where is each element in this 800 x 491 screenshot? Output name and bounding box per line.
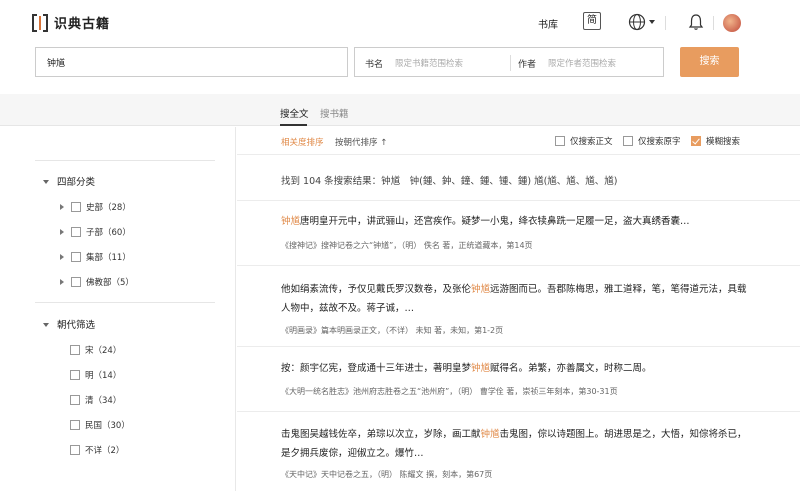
tab-bar: 搜全文 搜书籍 — [0, 94, 800, 126]
group-title-category[interactable]: 四部分类 — [43, 174, 95, 188]
active-tab-indicator — [280, 124, 307, 126]
checkbox[interactable] — [70, 445, 80, 455]
option-fuzzy[interactable]: 模糊搜索 — [691, 135, 740, 147]
divider — [35, 160, 215, 161]
group-title-dynasty[interactable]: 朝代筛选 — [43, 317, 95, 331]
result-source[interactable]: 《天中记》天中记卷之五，（明） 陈耀文 撰，刻本，第67页 — [281, 469, 492, 480]
chevron-down-icon[interactable] — [649, 20, 655, 24]
result-source[interactable]: 《搜神记》搜神记卷之六“钟馗”，（明） 佚名 著，正统道藏本，第14页 — [281, 240, 533, 251]
chevron-right-icon[interactable] — [60, 204, 64, 210]
logo-text: 识典古籍 — [54, 17, 111, 32]
filter-item[interactable]: 清（34） — [70, 394, 121, 406]
sort-relevance[interactable]: 相关度排序 — [281, 136, 324, 148]
search-button[interactable]: 搜索 — [680, 47, 739, 77]
divider — [713, 16, 714, 30]
globe-icon[interactable] — [628, 13, 646, 31]
divider — [510, 55, 511, 71]
result-snippet[interactable]: 按：颜宇亿宪，登成通十三年进士，著明皇梦钟馗赋得名。弟繁，亦善属文，时称二周。 — [281, 359, 751, 378]
author-filter-input[interactable]: 限定作者范围检索 — [548, 57, 616, 69]
logo[interactable]: 识典古籍 — [32, 13, 110, 32]
filter-item[interactable]: 集部（11） — [60, 251, 131, 263]
result-snippet[interactable]: 他如绢素流传，予仅见戴氏罗汉数卷，及张伦钟馗远游图而已。吾郡陈梅思，雅工道释，笔… — [281, 280, 751, 318]
filter-sidebar: 四部分类 史部（28） 子部（60） 集部（11） 佛教部（5） 朝代筛选 宋（… — [0, 127, 236, 491]
search-input[interactable]: 钟馗 — [35, 47, 348, 77]
result-snippet[interactable]: 击鬼图吴越钱佐卒，弟琮以次立，岁除，画工献钟馗击鬼图，倧以诗题图上。胡进思是之，… — [281, 425, 751, 463]
filter-fields: 书名 限定书籍范围检索 作者 限定作者范围检索 — [354, 47, 664, 77]
checkbox[interactable] — [71, 252, 81, 262]
nav-library-link[interactable]: 书库 — [538, 16, 558, 31]
checkbox[interactable] — [70, 420, 80, 430]
search-bar: 钟馗 书名 限定书籍范围检索 作者 限定作者范围检索 搜索 — [0, 46, 800, 94]
chevron-right-icon[interactable] — [60, 254, 64, 260]
filter-item[interactable]: 明（14） — [70, 369, 121, 381]
checkbox[interactable] — [623, 136, 633, 146]
sort-toolbar: 相关度排序 按朝代排序 ↑ 仅搜索正文 仅搜索原字 模糊搜索 — [237, 127, 800, 155]
filter-item[interactable]: 民国（30） — [70, 419, 130, 431]
filter-item[interactable]: 佛教部（5） — [60, 276, 134, 288]
result-count-text: 找到 104 条搜索结果：钟馗 钟(鍾、鈡、鐘、鍾、锺、鍾) 馗(馗、馗、馗、馗… — [281, 176, 618, 187]
book-filter-input[interactable]: 限定书籍范围检索 — [395, 57, 463, 69]
checkbox[interactable] — [71, 227, 81, 237]
checkbox[interactable] — [71, 277, 81, 287]
chevron-right-icon[interactable] — [60, 279, 64, 285]
divider — [35, 302, 215, 303]
avatar[interactable] — [723, 14, 741, 32]
chevron-right-icon[interactable] — [60, 229, 64, 235]
top-bar: 识典古籍 书库 简 — [0, 0, 800, 46]
checkbox[interactable] — [70, 370, 80, 380]
book-filter-label: 书名 — [365, 60, 384, 70]
filter-item[interactable]: 宋（24） — [70, 344, 121, 356]
checkbox[interactable] — [71, 202, 81, 212]
checkbox-checked[interactable] — [691, 136, 701, 146]
tab-fulltext[interactable]: 搜全文 — [280, 106, 309, 120]
chevron-down-icon — [43, 322, 49, 327]
tab-books[interactable]: 搜书籍 — [320, 106, 349, 120]
filter-item[interactable]: 不详（2） — [70, 444, 124, 456]
checkbox[interactable] — [70, 395, 80, 405]
filter-item[interactable]: 子部（60） — [60, 226, 131, 238]
filter-item[interactable]: 史部（28） — [60, 201, 131, 213]
bell-icon[interactable] — [688, 13, 704, 31]
result-summary: 找到 104 条搜索结果：钟馗 钟(鍾、鈡、鐘、鍾、锺、鍾) 馗(馗、馗、馗、馗… — [237, 155, 800, 201]
simplified-toggle-button[interactable]: 简 — [583, 12, 601, 30]
logo-icon — [32, 13, 48, 32]
sort-dynasty[interactable]: 按朝代排序 ↑ — [335, 136, 387, 148]
checkbox[interactable] — [70, 345, 80, 355]
result-item[interactable]: 他如绢素流传，予仅见戴氏罗汉数卷，及张伦钟馗远游图而已。吾郡陈梅思，雅工道释，笔… — [237, 267, 800, 347]
chevron-down-icon — [43, 179, 49, 184]
result-item[interactable]: 按：颜宇亿宪，登成通十三年进士，著明皇梦钟馗赋得名。弟繁，亦善属文，时称二周。 … — [237, 348, 800, 412]
author-filter-label: 作者 — [518, 60, 537, 70]
checkbox[interactable] — [555, 136, 565, 146]
option-original-char[interactable]: 仅搜索原字 — [623, 135, 681, 147]
result-item[interactable]: 钟馗唐明皇开元中，讲武骊山，还宫疾作。疑梦一小鬼，绛衣犊鼻跣一足履一足，盗大真绣… — [237, 202, 800, 266]
result-source[interactable]: 《明画录》篇本明画录正文，（不详） 未知 著，未知，第1-2页 — [281, 325, 503, 336]
divider — [665, 16, 666, 30]
search-query-text[interactable]: 钟馗 — [47, 56, 65, 69]
result-snippet[interactable]: 钟馗唐明皇开元中，讲武骊山，还宫疾作。疑梦一小鬼，绛衣犊鼻跣一足履一足，盗大真绣… — [281, 212, 751, 231]
option-body-only[interactable]: 仅搜索正文 — [555, 135, 613, 147]
result-source[interactable]: 《大明一统名胜志》池州府志胜卷之五“池州府”，（明） 曹学佺 著，崇祯三年刻本，… — [281, 386, 618, 397]
results-panel: 相关度排序 按朝代排序 ↑ 仅搜索正文 仅搜索原字 模糊搜索 找到 104 条搜… — [237, 127, 800, 491]
result-item[interactable]: 击鬼图吴越钱佐卒，弟琮以次立，岁除，画工献钟馗击鬼图，倧以诗题图上。胡进思是之，… — [237, 413, 800, 491]
